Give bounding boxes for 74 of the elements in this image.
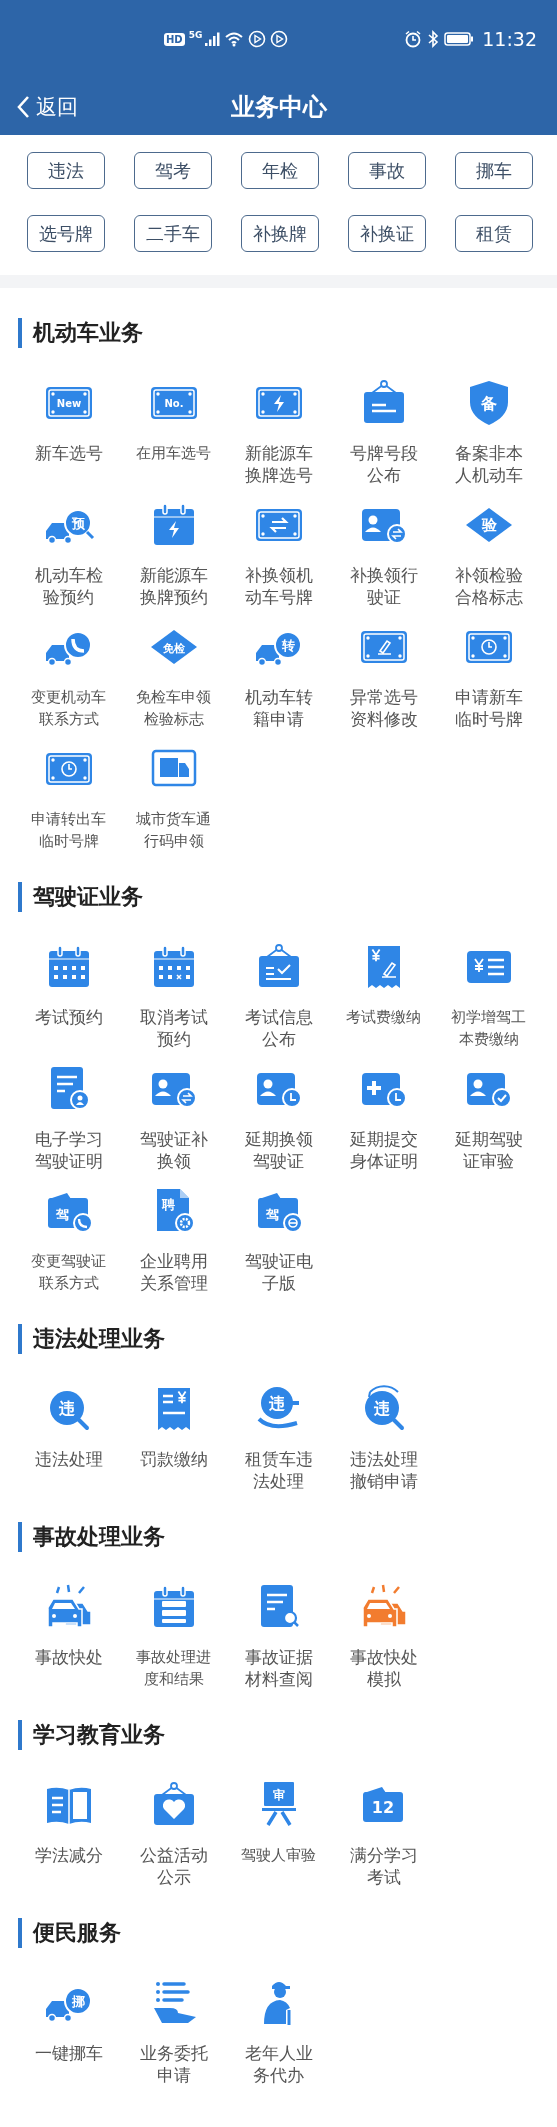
quick-link-chip[interactable]: 选号牌 xyxy=(27,215,105,252)
play-icon xyxy=(248,30,267,48)
quick-link-chip[interactable]: 补换证 xyxy=(348,215,426,252)
quick-link-chip[interactable]: 违法 xyxy=(27,152,105,189)
service-item[interactable]: 补换领机动车号牌 xyxy=(226,499,331,608)
service-item[interactable]: 延期换领驾驶证 xyxy=(226,1063,331,1172)
clock-time: 11:32 xyxy=(482,28,537,50)
service-item[interactable]: 城市货车通行码申领 xyxy=(121,743,226,852)
play-icon xyxy=(270,30,289,48)
service-item[interactable]: 考试费缴纳 xyxy=(331,941,436,1050)
quick-link-chip[interactable]: 补换牌 xyxy=(241,215,319,252)
service-item[interactable]: 电子学习驾驶证明 xyxy=(16,1063,121,1172)
service-item[interactable]: 违 违法处理撤销申请 xyxy=(331,1383,436,1492)
service-item[interactable]: 预 机动车检验预约 xyxy=(16,499,121,608)
service-item[interactable]: 审 驾驶人审验 xyxy=(226,1779,331,1888)
wifi-icon xyxy=(224,31,245,47)
quick-link-chip[interactable]: 事故 xyxy=(348,152,426,189)
service-item[interactable]: 违 违法处理 xyxy=(16,1383,121,1492)
service-item[interactable]: 违 租赁车违法处理 xyxy=(226,1383,331,1492)
service-item[interactable]: 新能源车换牌选号 xyxy=(226,377,331,486)
service-item[interactable]: 新能源车换牌预约 xyxy=(121,499,226,608)
service-item[interactable]: 取消考试预约 xyxy=(121,941,226,1050)
service-item[interactable]: 老年人业务代办 xyxy=(226,1977,331,2086)
quick-link-chip[interactable]: 挪车 xyxy=(455,152,533,189)
service-item[interactable]: No. 在用车选号 xyxy=(121,377,226,486)
network-type: 5G xyxy=(188,30,203,40)
service-item[interactable]: New 新车选号 xyxy=(16,377,121,486)
service-item[interactable]: 延期提交身体证明 xyxy=(331,1063,436,1172)
section-title: 机动车业务 xyxy=(18,318,557,348)
service-item[interactable]: 申请新车临时号牌 xyxy=(436,621,541,730)
service-item[interactable]: 公益活动公示 xyxy=(121,1779,226,1888)
service-item[interactable]: 事故处理进度和结果 xyxy=(121,1581,226,1690)
service-item[interactable]: 异常选号资料修改 xyxy=(331,621,436,730)
service-item[interactable]: 补换领行驶证 xyxy=(331,499,436,608)
section-title: 驾驶证业务 xyxy=(18,882,557,912)
quick-link-chip[interactable]: 年检 xyxy=(241,152,319,189)
service-item[interactable]: 学法减分 xyxy=(16,1779,121,1888)
service-item[interactable]: 延期驾驶证审验 xyxy=(436,1063,541,1172)
page-title: 业务中心 xyxy=(230,91,327,123)
quick-link-chip[interactable]: 租赁 xyxy=(455,215,533,252)
service-item[interactable]: 转 机动车转籍申请 xyxy=(226,621,331,730)
service-item[interactable]: 考试预约 xyxy=(16,941,121,1050)
service-item[interactable]: 事故证据材料查阅 xyxy=(226,1581,331,1690)
service-item[interactable]: 聘 企业聘用关系管理 xyxy=(121,1185,226,1294)
quick-link-chip[interactable]: 驾考 xyxy=(134,152,212,189)
service-item[interactable]: 驾驶证补换领 xyxy=(121,1063,226,1172)
service-item[interactable]: 挪 一键挪车 xyxy=(16,1977,121,2086)
service-item[interactable]: 初学增驾工本费缴纳 xyxy=(436,941,541,1050)
service-item[interactable]: 备 备案非本人机动车 xyxy=(436,377,541,486)
service-item[interactable]: 驾 驾驶证电子版 xyxy=(226,1185,331,1294)
back-button[interactable]: 返回 xyxy=(16,92,78,121)
service-item[interactable]: 事故快处模拟 xyxy=(331,1581,436,1690)
signal-icon xyxy=(204,31,221,47)
section-title: 便民服务 xyxy=(18,1918,557,1948)
service-item[interactable]: 免检 免检车申领检验标志 xyxy=(121,621,226,730)
quick-link-chip[interactable]: 二手车 xyxy=(134,215,212,252)
section-title: 学习教育业务 xyxy=(18,1720,557,1750)
back-chevron-icon xyxy=(16,94,30,119)
service-item[interactable]: 12 满分学习考试 xyxy=(331,1779,436,1888)
service-item[interactable]: 号牌号段公布 xyxy=(331,377,436,486)
service-item[interactable]: 验 补领检验合格标志 xyxy=(436,499,541,608)
bluetooth-icon xyxy=(426,30,441,48)
hd-indicator: HD xyxy=(164,32,185,46)
service-item[interactable]: 申请转出车临时号牌 xyxy=(16,743,121,852)
service-item[interactable]: 驾 变更驾驶证联系方式 xyxy=(16,1185,121,1294)
battery-icon xyxy=(444,31,475,47)
service-item[interactable]: 变更机动车联系方式 xyxy=(16,621,121,730)
service-item[interactable]: 罚款缴纳 xyxy=(121,1383,226,1492)
service-item[interactable]: 事故快处 xyxy=(16,1581,121,1690)
section-title: 违法处理业务 xyxy=(18,1324,557,1354)
section-title: 事故处理业务 xyxy=(18,1522,557,1552)
service-item[interactable]: 业务委托申请 xyxy=(121,1977,226,2086)
alarm-icon xyxy=(404,30,423,48)
service-item[interactable]: 考试信息公布 xyxy=(226,941,331,1050)
